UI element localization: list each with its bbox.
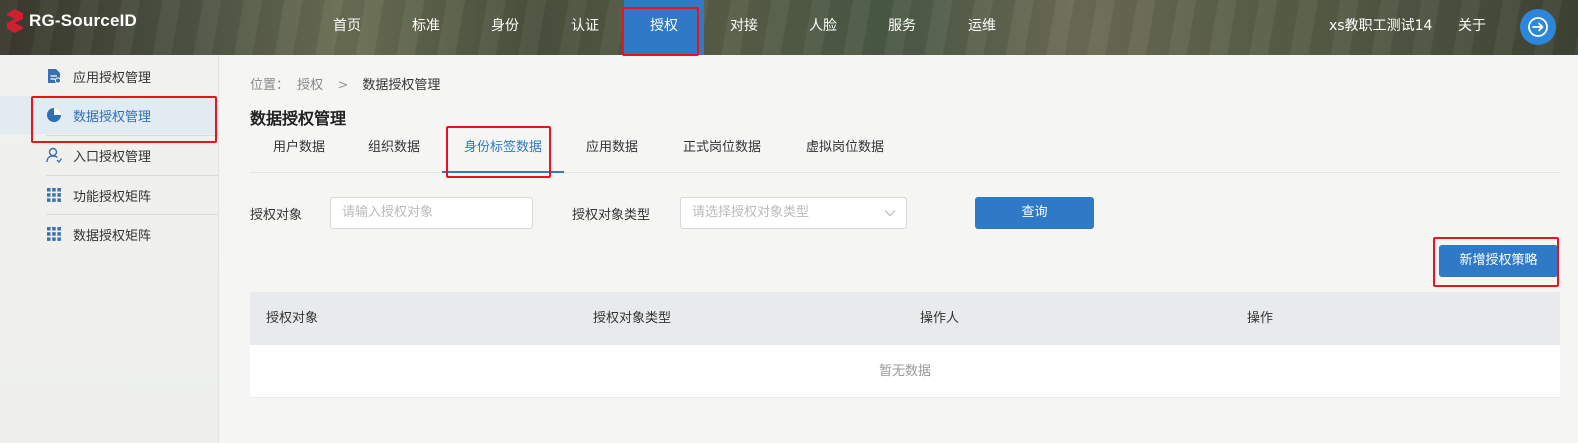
brand-logo[interactable]: RG-SourceID [6, 9, 137, 33]
sidebar-item-data-matrix[interactable]: 数据授权矩阵 [0, 215, 219, 253]
sidebar-item-function-matrix[interactable]: 功能授权矩阵 [0, 176, 219, 214]
sidebar-item-entry-authorization[interactable]: 入口授权管理 [0, 136, 219, 174]
tab-user-data[interactable]: 用户数据 [270, 137, 328, 173]
sidebar-item-data-authorization[interactable]: 数据授权管理 [0, 96, 219, 134]
column-operator: 操作人 [920, 311, 960, 326]
breadcrumb-parent[interactable]: 授权 [297, 74, 323, 93]
logout-button[interactable] [1520, 9, 1556, 45]
logo-icon [7, 9, 23, 33]
current-user[interactable]: xs教职工测试14 [1329, 0, 1432, 55]
sidebar-item-label: 数据授权矩阵 [73, 228, 152, 244]
sidebar-item-label: 功能授权矩阵 [73, 189, 152, 205]
add-auth-policy-button[interactable]: 新增授权策略 [1439, 245, 1558, 277]
tab-org-data[interactable]: 组织数据 [365, 137, 423, 173]
breadcrumb-current: 数据授权管理 [362, 78, 441, 93]
table-body: 暂无数据 [250, 345, 1560, 398]
auth-object-type-label: 授权对象类型 [572, 208, 651, 223]
auth-object-type-select[interactable]: 请选择授权对象类型 [680, 197, 907, 229]
nav-item-auth[interactable]: 认证 [556, 0, 614, 55]
nav-item-identity[interactable]: 身份 [476, 0, 534, 55]
column-auth-object: 授权对象 [266, 311, 319, 326]
tab-bar: 用户数据 组织数据 身份标签数据 应用数据 正式岗位数据 虚拟岗位数据 [250, 137, 1560, 173]
nav-item-face[interactable]: 人脸 [794, 0, 852, 55]
table-header: 授权对象 授权对象类型 操作人 操作 [250, 292, 1560, 345]
top-navigation-bar: RG-SourceID 首页 标准 身份 认证 授权 对接 人脸 服务 运维 x… [0, 0, 1578, 55]
breadcrumb-prefix: 位置： [250, 78, 290, 93]
query-button[interactable]: 查询 [975, 197, 1094, 229]
breadcrumb-separator: > [337, 78, 349, 93]
grid-icon [46, 187, 62, 203]
chevron-down-icon [884, 210, 896, 217]
column-actions: 操作 [1247, 311, 1274, 326]
sidebar-item-label: 应用授权管理 [73, 70, 152, 86]
tab-formal-position-data[interactable]: 正式岗位数据 [679, 137, 765, 173]
user-icon [46, 147, 62, 163]
sidebar: 应用授权管理 数据授权管理 入口授权管理 功能授权矩阵 数据授权矩阵 [0, 55, 219, 443]
sidebar-item-app-authorization[interactable]: 应用授权管理 [0, 57, 219, 95]
breadcrumb: 位置： 授权 > 数据授权管理 [250, 74, 440, 93]
nav-item-integration[interactable]: 对接 [715, 0, 773, 55]
nav-item-standard[interactable]: 标准 [397, 0, 455, 55]
main-content: 位置： 授权 > 数据授权管理 数据授权管理 用户数据 组织数据 身份标签数据 … [220, 55, 1578, 443]
nav-item-service[interactable]: 服务 [873, 0, 931, 55]
select-placeholder: 请选择授权对象类型 [692, 205, 810, 220]
about-link[interactable]: 关于 [1458, 0, 1486, 55]
auth-object-input[interactable]: 请输入授权对象 [330, 197, 533, 229]
page-title: 数据授权管理 [250, 109, 347, 128]
auth-object-label: 授权对象 [250, 208, 303, 223]
nav-item-ops[interactable]: 运维 [953, 0, 1011, 55]
sidebar-item-label: 入口授权管理 [73, 149, 152, 165]
tab-app-data[interactable]: 应用数据 [583, 137, 641, 173]
pie-chart-icon [46, 107, 62, 123]
document-icon [46, 68, 62, 84]
brand-name: RG-SourceID [29, 11, 137, 30]
tab-virtual-position-data[interactable]: 虚拟岗位数据 [802, 137, 888, 173]
tab-identity-tag-data[interactable]: 身份标签数据 [442, 137, 564, 173]
sidebar-item-label: 数据授权管理 [73, 109, 152, 125]
column-auth-object-type: 授权对象类型 [593, 311, 672, 326]
empty-state-text: 暂无数据 [878, 364, 931, 379]
logout-icon [1528, 17, 1548, 37]
auth-policy-table: 授权对象 授权对象类型 操作人 操作 暂无数据 [250, 292, 1560, 398]
grid-icon [46, 226, 62, 242]
nav-item-home[interactable]: 首页 [318, 0, 376, 55]
nav-item-authorization[interactable]: 授权 [624, 0, 704, 55]
